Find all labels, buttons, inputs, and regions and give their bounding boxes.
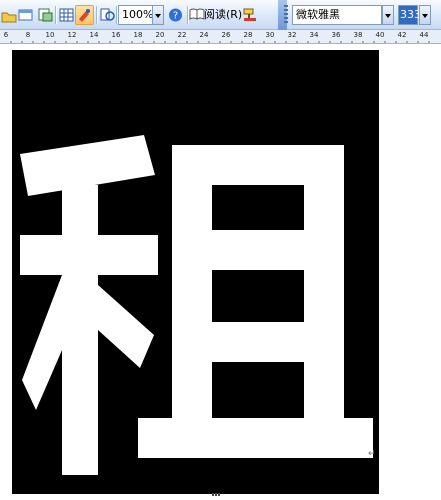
ruler-label: 34 xyxy=(309,31,319,39)
format-painter-icon[interactable] xyxy=(240,5,259,25)
toolbar-separator xyxy=(116,6,117,24)
document-page[interactable]: 租 xyxy=(12,50,379,494)
font-name-dropdown-button[interactable] xyxy=(382,5,394,25)
drawing-icon[interactable] xyxy=(75,5,94,25)
ruler-label: 22 xyxy=(177,31,187,39)
ruler-label: 26 xyxy=(221,31,231,39)
spelling-icon[interactable] xyxy=(36,5,55,25)
table-icon[interactable] xyxy=(57,5,76,25)
ruler-label: 36 xyxy=(331,31,341,39)
document-map-icon[interactable] xyxy=(98,5,117,25)
ruler-label: 42 xyxy=(397,31,407,39)
formatting-toolbar: 100% ? 阅读(R) 微软雅黑 333 xyxy=(0,0,441,30)
toolbar-separator xyxy=(55,6,56,24)
document-workspace[interactable]: 租 ↵ xyxy=(0,44,441,500)
ruler-label: 38 xyxy=(353,31,363,39)
ruler-label: 44 xyxy=(419,31,429,39)
big-character-glyph: 租 xyxy=(20,135,373,475)
ruler-label: 10 xyxy=(45,31,55,39)
read-icon[interactable] xyxy=(189,5,205,25)
ruler-label: 24 xyxy=(199,31,209,39)
toolbar-separator xyxy=(187,6,188,24)
ruler-label: 20 xyxy=(155,31,165,39)
zoom-dropdown-button[interactable] xyxy=(152,5,164,25)
toolbar-separator xyxy=(96,6,97,24)
ruler-label: 14 xyxy=(89,31,99,39)
ruler-label: 6 xyxy=(3,31,9,39)
font-size-input[interactable]: 333 xyxy=(398,5,421,25)
ruler-label: 40 xyxy=(375,31,385,39)
zoom-input[interactable]: 100% xyxy=(118,5,154,25)
ruler-label: 28 xyxy=(243,31,253,39)
horizontal-scroll-grip[interactable] xyxy=(212,493,220,496)
ruler-label: 8 xyxy=(25,31,31,39)
ruler-label: 12 xyxy=(67,31,77,39)
svg-text:?: ? xyxy=(173,11,178,22)
font-name-input[interactable]: 微软雅黑 xyxy=(292,5,382,25)
horizontal-ruler[interactable]: 6 8 10 12 14 16 18 20 22 24 26 28 30 32 … xyxy=(0,30,441,44)
ruler-label: 30 xyxy=(265,31,275,39)
font-size-dropdown-button[interactable] xyxy=(419,5,431,25)
toolbar-grip[interactable] xyxy=(284,5,288,25)
print-preview-icon[interactable] xyxy=(16,5,35,25)
help-icon[interactable]: ? xyxy=(166,5,185,25)
read-mode-button[interactable]: 阅读(R) xyxy=(204,5,242,25)
paragraph-mark: ↵ xyxy=(368,449,376,459)
ruler-label: 18 xyxy=(133,31,143,39)
ruler-label: 16 xyxy=(111,31,121,39)
ruler-label: 32 xyxy=(287,31,297,39)
